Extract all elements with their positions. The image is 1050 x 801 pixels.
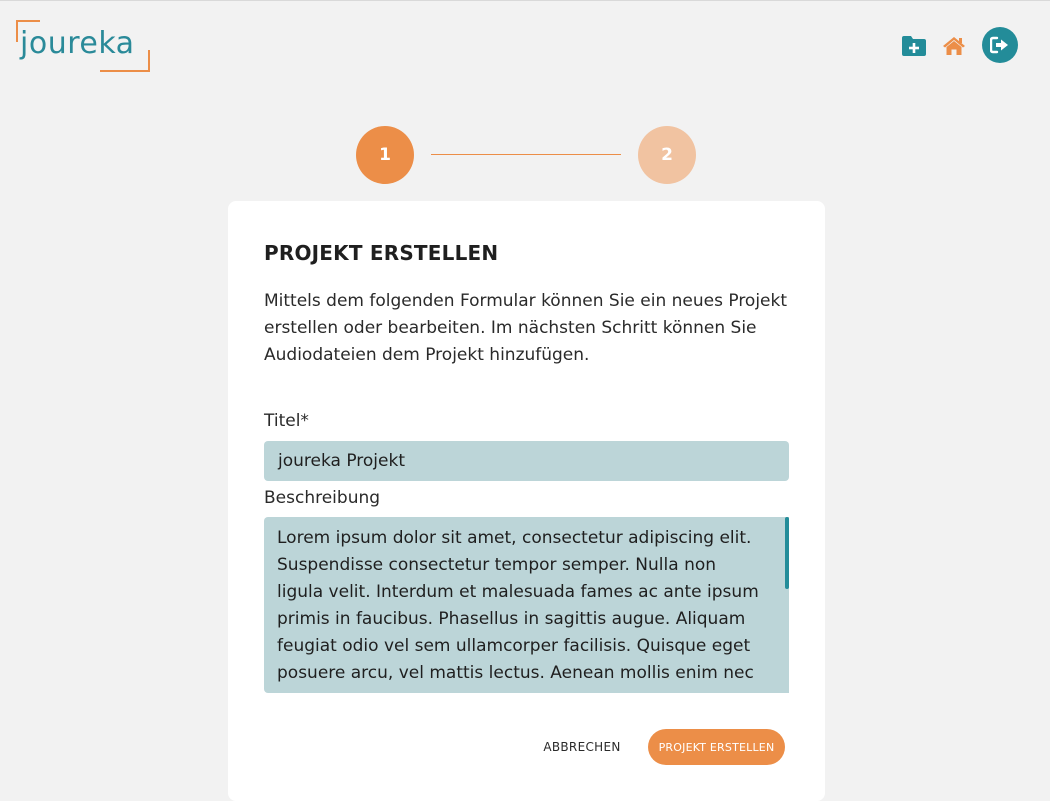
logout-icon[interactable]: [982, 27, 1018, 63]
folder-plus-icon[interactable]: [900, 34, 928, 58]
top-divider: [0, 0, 1050, 1]
description-text: Lorem ipsum dolor sit amet, consectetur …: [277, 528, 759, 693]
create-project-button[interactable]: PROJEKT ERSTELLEN: [648, 729, 785, 765]
textarea-scrollbar[interactable]: [785, 517, 789, 589]
step-1-indicator: 1: [356, 126, 414, 184]
logo-text: joureka: [20, 26, 135, 61]
cancel-button[interactable]: ABBRECHEN: [534, 729, 630, 765]
title-input[interactable]: joureka Projekt: [264, 441, 789, 481]
form-description: Mittels dem folgenden Formular können Si…: [264, 291, 788, 365]
step-2-indicator: 2: [638, 126, 696, 184]
description-textarea[interactable]: Lorem ipsum dolor sit amet, consectetur …: [264, 517, 789, 693]
home-icon[interactable]: [941, 34, 967, 58]
stepper-connector: [431, 154, 621, 155]
project-form-card: PROJEKT ERSTELLEN Mittels dem folgenden …: [228, 201, 825, 801]
page-title: PROJEKT ERSTELLEN: [264, 241, 499, 265]
joureka-logo[interactable]: joureka: [16, 20, 152, 72]
description-label: Beschreibung: [264, 488, 381, 508]
title-label: Titel*: [264, 411, 309, 431]
